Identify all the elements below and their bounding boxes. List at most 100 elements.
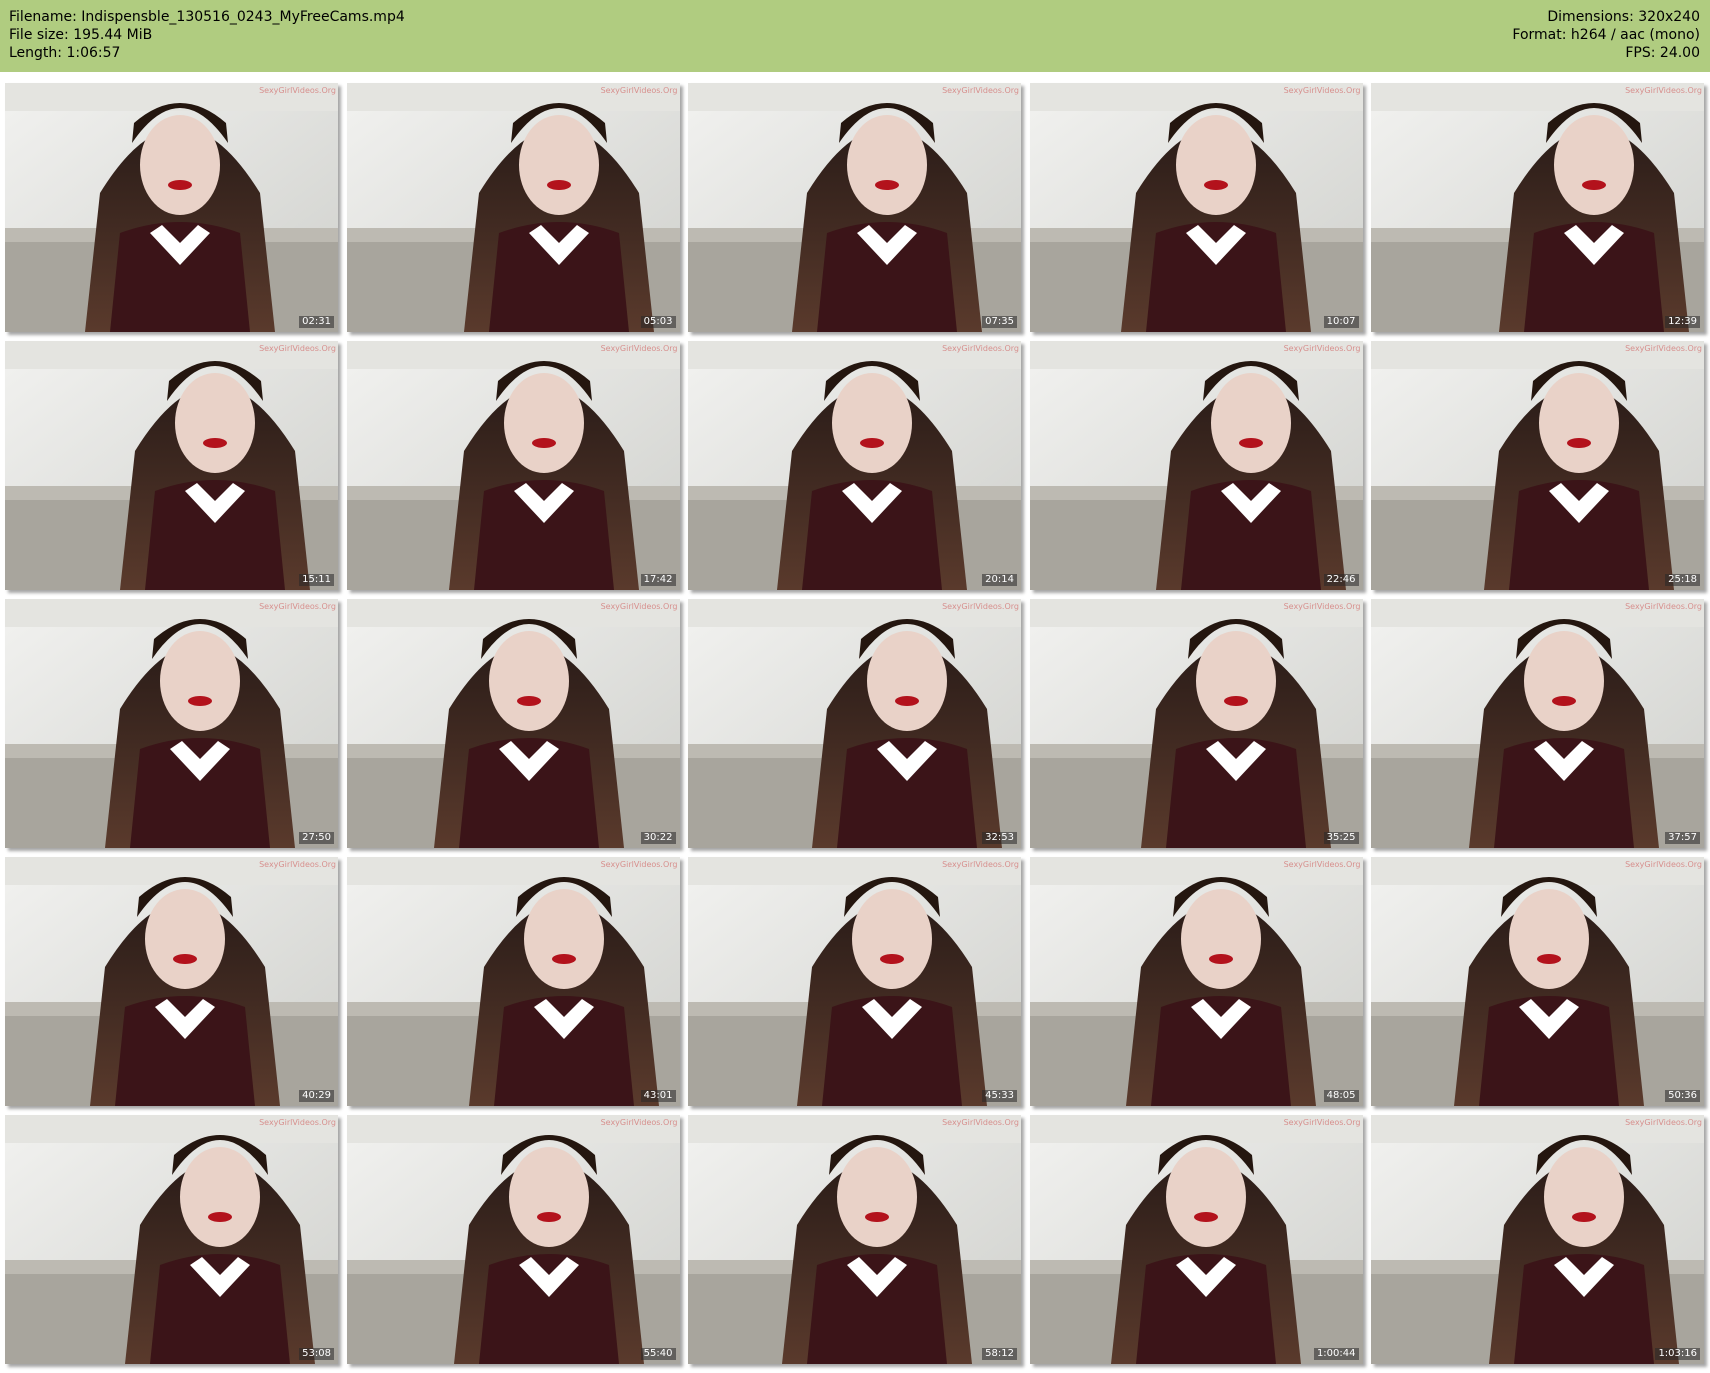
watermark-text: SexyGirlVideos.Org: [259, 860, 336, 869]
timestamp-label: 1:00:44: [1313, 1348, 1359, 1360]
thumbnail: SexyGirlVideos.Org 50:36: [1371, 857, 1704, 1106]
timestamp-label: 30:22: [640, 832, 676, 844]
video-frame: [1371, 1115, 1704, 1364]
watermark-text: SexyGirlVideos.Org: [942, 860, 1019, 869]
thumbnail-grid: SexyGirlVideos.Org 02:31 SexyGirlVideos.Or…: [5, 83, 1710, 1373]
video-frame: [1029, 857, 1363, 1106]
video-frame: [1029, 341, 1363, 590]
video-frame: [346, 599, 680, 848]
watermark-text: SexyGirlVideos.Org: [259, 344, 336, 353]
info-header: Filename: Indispensble_130516_0243_MyFre…: [0, 0, 1710, 72]
video-frame: [1029, 599, 1363, 848]
timestamp-label: 27:50: [299, 832, 334, 844]
video-frame: [1371, 857, 1704, 1106]
watermark-text: SexyGirlVideos.Org: [600, 86, 678, 95]
thumbnail: SexyGirlVideos.Org 37:57: [1371, 599, 1704, 848]
video-frame: [1029, 83, 1363, 332]
thumbnail: SexyGirlVideos.Org 58:12: [688, 1115, 1021, 1364]
thumbnail: SexyGirlVideos.Org 07:35: [688, 83, 1021, 332]
video-frame: [688, 1115, 1021, 1364]
watermark-text: SexyGirlVideos.Org: [1625, 1118, 1702, 1127]
timestamp-label: 35:25: [1323, 832, 1359, 844]
timestamp-label: 32:53: [982, 832, 1017, 844]
timestamp-label: 15:11: [299, 574, 334, 586]
thumbnail: SexyGirlVideos.Org 02:31: [5, 83, 338, 332]
watermark-text: SexyGirlVideos.Org: [1283, 860, 1361, 869]
thumbnail: SexyGirlVideos.Org 55:40: [346, 1115, 680, 1364]
timestamp-label: 55:40: [640, 1348, 676, 1360]
timestamp-label: 53:08: [299, 1348, 334, 1360]
thumbnail: SexyGirlVideos.Org 30:22: [346, 599, 680, 848]
video-frame: [5, 1115, 338, 1364]
timestamp-label: 12:39: [1665, 316, 1700, 328]
watermark-text: SexyGirlVideos.Org: [600, 1118, 678, 1127]
timestamp-label: 05:03: [640, 316, 676, 328]
thumbnail: SexyGirlVideos.Org 1:03:16: [1371, 1115, 1704, 1364]
timestamp-label: 10:07: [1323, 316, 1359, 328]
video-frame: [1371, 83, 1704, 332]
timestamp-label: 25:18: [1665, 574, 1700, 586]
video-frame: [1371, 341, 1704, 590]
watermark-text: SexyGirlVideos.Org: [259, 86, 336, 95]
video-frame: [1029, 1115, 1363, 1364]
video-frame: [346, 1115, 680, 1364]
fps-text: FPS: 24.00: [1625, 45, 1700, 61]
watermark-text: SexyGirlVideos.Org: [942, 86, 1019, 95]
video-frame: [5, 599, 338, 848]
thumbnail: SexyGirlVideos.Org 48:05: [1029, 857, 1363, 1106]
watermark-text: SexyGirlVideos.Org: [942, 344, 1019, 353]
video-frame: [688, 857, 1021, 1106]
watermark-text: SexyGirlVideos.Org: [1283, 602, 1361, 611]
timestamp-label: 37:57: [1665, 832, 1700, 844]
video-frame: [346, 857, 680, 1106]
timestamp-label: 48:05: [1323, 1090, 1359, 1102]
video-frame: [688, 599, 1021, 848]
video-frame: [346, 341, 680, 590]
thumbnail: SexyGirlVideos.Org 17:42: [346, 341, 680, 590]
video-frame: [688, 341, 1021, 590]
timestamp-label: 58:12: [982, 1348, 1017, 1360]
video-frame: [5, 83, 338, 332]
timestamp-label: 40:29: [299, 1090, 334, 1102]
timestamp-label: 22:46: [1323, 574, 1359, 586]
thumbnail: SexyGirlVideos.Org 05:03: [346, 83, 680, 332]
filesize-text: File size: 195.44 MiB: [9, 27, 153, 43]
timestamp-label: 20:14: [982, 574, 1017, 586]
watermark-text: SexyGirlVideos.Org: [1625, 86, 1702, 95]
filename-text: Filename: Indispensble_130516_0243_MyFre…: [9, 9, 405, 25]
thumbnail: SexyGirlVideos.Org 22:46: [1029, 341, 1363, 590]
timestamp-label: 02:31: [299, 316, 334, 328]
watermark-text: SexyGirlVideos.Org: [600, 602, 678, 611]
thumbnail: SexyGirlVideos.Org 35:25: [1029, 599, 1363, 848]
thumbnail: SexyGirlVideos.Org 53:08: [5, 1115, 338, 1364]
video-frame: [5, 857, 338, 1106]
watermark-text: SexyGirlVideos.Org: [1283, 1118, 1361, 1127]
thumbnail: SexyGirlVideos.Org 45:33: [688, 857, 1021, 1106]
thumbnail: SexyGirlVideos.Org 1:00:44: [1029, 1115, 1363, 1364]
dimensions-text: Dimensions: 320x240: [1547, 9, 1700, 25]
timestamp-label: 17:42: [640, 574, 676, 586]
watermark-text: SexyGirlVideos.Org: [600, 344, 678, 353]
file-info: Filename: Indispensble_130516_0243_MyFre…: [9, 8, 405, 62]
watermark-text: SexyGirlVideos.Org: [942, 1118, 1019, 1127]
watermark-text: SexyGirlVideos.Org: [600, 860, 678, 869]
timestamp-label: 07:35: [982, 316, 1017, 328]
watermark-text: SexyGirlVideos.Org: [1625, 344, 1702, 353]
watermark-text: SexyGirlVideos.Org: [942, 602, 1019, 611]
thumbnail: SexyGirlVideos.Org 15:11: [5, 341, 338, 590]
thumbnail: SexyGirlVideos.Org 43:01: [346, 857, 680, 1106]
stream-info: Dimensions: 320x240 Format: h264 / aac (…: [1512, 8, 1700, 62]
thumbnail: SexyGirlVideos.Org 20:14: [688, 341, 1021, 590]
video-frame: [346, 83, 680, 332]
thumbnail: SexyGirlVideos.Org 10:07: [1029, 83, 1363, 332]
watermark-text: SexyGirlVideos.Org: [259, 602, 336, 611]
watermark-text: SexyGirlVideos.Org: [1283, 86, 1361, 95]
watermark-text: SexyGirlVideos.Org: [1283, 344, 1361, 353]
watermark-text: SexyGirlVideos.Org: [259, 1118, 336, 1127]
timestamp-label: 50:36: [1665, 1090, 1700, 1102]
timestamp-label: 45:33: [982, 1090, 1017, 1102]
video-frame: [5, 341, 338, 590]
thumbnail: SexyGirlVideos.Org 32:53: [688, 599, 1021, 848]
video-frame: [688, 83, 1021, 332]
format-text: Format: h264 / aac (mono): [1512, 27, 1700, 43]
